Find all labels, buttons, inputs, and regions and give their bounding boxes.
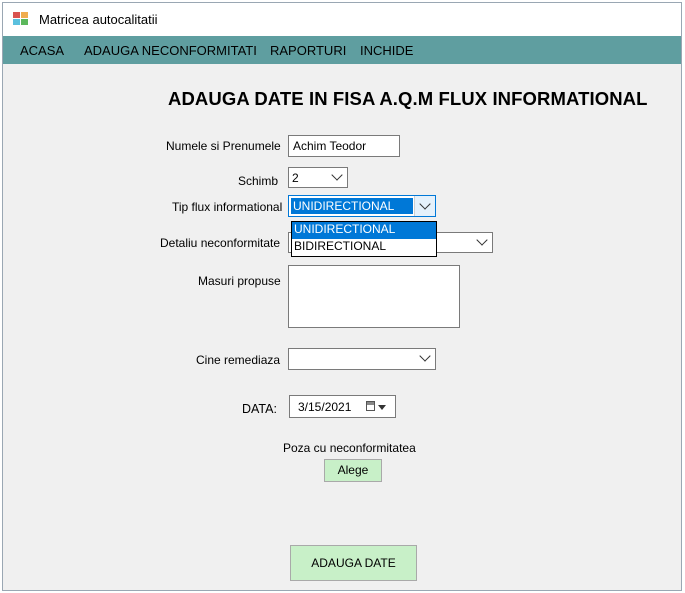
photo-label: Poza cu neconformitatea — [283, 441, 416, 455]
dropdown-button[interactable] — [414, 196, 435, 216]
measures-label: Masuri propuse — [198, 274, 281, 288]
form-area: ADAUGA DATE IN FISA A.Q.M FLUX INFORMATI… — [3, 64, 681, 590]
detail-label: Detaliu neconformitate — [160, 236, 281, 250]
chevron-down-icon — [419, 350, 431, 362]
remedy-select[interactable] — [288, 348, 436, 370]
app-icon — [13, 12, 29, 26]
page-title: ADAUGA DATE IN FISA A.Q.M FLUX INFORMATI… — [168, 88, 648, 109]
menu-acasa[interactable]: ACASA — [20, 43, 64, 58]
date-picker[interactable]: 3/15/2021 — [289, 395, 396, 418]
name-input[interactable]: Achim Teodor — [288, 135, 400, 157]
flow-type-label: Tip flux informational — [172, 200, 283, 214]
flow-type-value: UNIDIRECTIONAL — [291, 198, 413, 214]
flow-option-unidirectional[interactable]: UNIDIRECTIONAL — [292, 222, 436, 239]
shift-value: 2 — [292, 171, 299, 185]
date-label: DATA: — [242, 402, 277, 416]
window-title: Matricea autocalitatii — [39, 12, 158, 27]
date-value: 3/15/2021 — [298, 400, 352, 414]
app-window: Matricea autocalitatii ACASA ADAUGA NECO… — [2, 2, 682, 591]
flow-type-dropdown-list: UNIDIRECTIONAL BIDIRECTIONAL — [291, 221, 437, 257]
chevron-down-icon — [476, 234, 488, 246]
menu-bar: ACASA ADAUGA NECONFORMITATI RAPORTURI IN… — [3, 36, 681, 64]
submit-button[interactable]: ADAUGA DATE — [290, 545, 417, 581]
chevron-down-icon[interactable] — [378, 405, 386, 410]
shift-select[interactable]: 2 — [288, 167, 348, 188]
chevron-down-icon — [331, 169, 343, 181]
shift-label: Schimb — [238, 174, 279, 188]
chevron-down-icon — [419, 198, 431, 210]
choose-photo-button[interactable]: Alege — [324, 459, 382, 482]
flow-type-select[interactable]: UNIDIRECTIONAL — [288, 195, 436, 217]
menu-rapoarte[interactable]: RAPORTURI — [270, 43, 346, 58]
title-bar: Matricea autocalitatii — [3, 3, 681, 36]
name-label: Numele si Prenumele — [166, 139, 281, 153]
measures-textarea[interactable] — [288, 265, 460, 328]
remedy-label: Cine remediaza — [196, 353, 281, 367]
menu-adauga-neconformitati[interactable]: ADAUGA NECONFORMITATI — [84, 43, 257, 58]
flow-option-bidirectional[interactable]: BIDIRECTIONAL — [292, 239, 436, 256]
menu-inchide[interactable]: INCHIDE — [360, 43, 413, 58]
calendar-icon[interactable] — [366, 401, 375, 411]
